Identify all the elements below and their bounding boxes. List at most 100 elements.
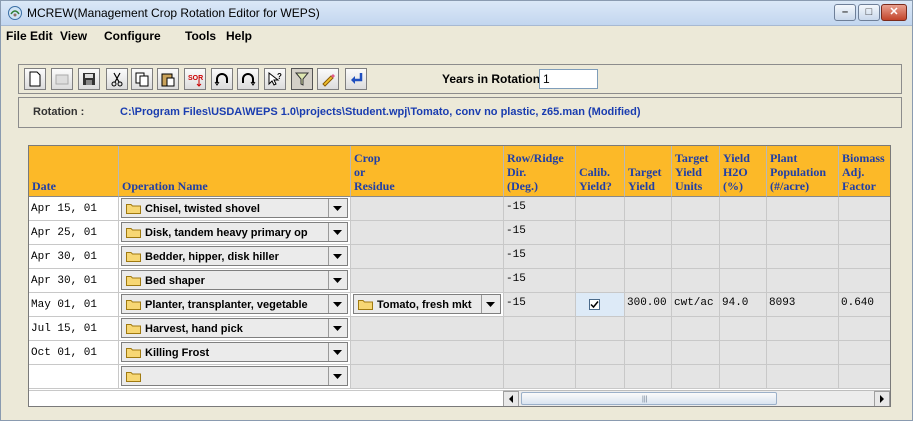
yield-units-cell[interactable] bbox=[672, 365, 720, 389]
yield-h2o-cell[interactable] bbox=[720, 221, 767, 245]
minimize-button[interactable]: – bbox=[834, 4, 856, 21]
yield-h2o-cell[interactable] bbox=[720, 197, 767, 221]
calib-yield-cell[interactable] bbox=[576, 365, 625, 389]
biomass-factor-cell[interactable] bbox=[839, 197, 890, 221]
yield-units-cell[interactable] bbox=[672, 245, 720, 269]
column-header-population[interactable]: Plant Population (#/acre) bbox=[767, 146, 839, 197]
undo-button[interactable] bbox=[211, 68, 233, 90]
date-cell[interactable] bbox=[29, 365, 119, 389]
operation-dropdown[interactable]: Bedder, hipper, disk hiller bbox=[121, 246, 348, 266]
plant-population-cell[interactable] bbox=[767, 197, 839, 221]
operation-dropdown[interactable]: Bed shaper bbox=[121, 270, 348, 290]
date-cell[interactable]: Apr 30, 01 bbox=[29, 269, 119, 293]
crop-cell[interactable] bbox=[351, 317, 504, 341]
biomass-factor-cell[interactable] bbox=[839, 341, 890, 365]
yield-units-cell[interactable] bbox=[672, 269, 720, 293]
column-header-date[interactable]: Date bbox=[29, 146, 119, 197]
copy-button[interactable] bbox=[131, 68, 153, 90]
save-button[interactable] bbox=[78, 68, 100, 90]
date-cell[interactable]: Oct 01, 01 bbox=[29, 341, 119, 365]
close-button[interactable]: ✕ bbox=[881, 4, 907, 21]
crop-cell[interactable] bbox=[351, 365, 504, 389]
operation-dropdown[interactable]: Chisel, twisted shovel bbox=[121, 198, 348, 218]
biomass-factor-cell[interactable] bbox=[839, 269, 890, 293]
ridge-direction-cell[interactable]: -15 bbox=[504, 245, 576, 269]
target-yield-cell[interactable] bbox=[625, 269, 672, 293]
menu-edit[interactable]: Edit bbox=[30, 29, 53, 43]
plant-population-cell[interactable] bbox=[767, 317, 839, 341]
plant-population-cell[interactable] bbox=[767, 365, 839, 389]
yield-h2o-cell[interactable] bbox=[720, 269, 767, 293]
date-cell[interactable]: Apr 30, 01 bbox=[29, 245, 119, 269]
menu-configure[interactable]: Configure bbox=[104, 29, 161, 43]
open-button[interactable] bbox=[51, 68, 73, 90]
yield-units-cell[interactable] bbox=[672, 197, 720, 221]
crop-cell[interactable] bbox=[351, 245, 504, 269]
help-cursor-button[interactable]: ? bbox=[264, 68, 286, 90]
plant-population-cell[interactable]: 8093 bbox=[767, 293, 839, 317]
biomass-factor-cell[interactable] bbox=[839, 221, 890, 245]
yield-units-cell[interactable] bbox=[672, 221, 720, 245]
yield-h2o-cell[interactable] bbox=[720, 245, 767, 269]
target-yield-cell[interactable] bbox=[625, 341, 672, 365]
cut-button[interactable] bbox=[106, 68, 128, 90]
dropdown-arrow-button[interactable] bbox=[328, 295, 347, 313]
scroll-right-button[interactable] bbox=[874, 391, 890, 406]
column-header-units[interactable]: Target Yield Units bbox=[672, 146, 720, 197]
column-header-ridge[interactable]: Row/Ridge Dir. (Deg.) bbox=[504, 146, 576, 197]
biomass-factor-cell[interactable] bbox=[839, 365, 890, 389]
operation-dropdown[interactable]: Harvest, hand pick bbox=[121, 318, 348, 338]
target-yield-cell[interactable] bbox=[625, 365, 672, 389]
dropdown-arrow-button[interactable] bbox=[328, 247, 347, 265]
ridge-direction-cell[interactable]: -15 bbox=[504, 269, 576, 293]
calib-yield-cell[interactable] bbox=[576, 341, 625, 365]
ridge-direction-cell[interactable] bbox=[504, 317, 576, 341]
menu-tools[interactable]: Tools bbox=[185, 29, 216, 43]
dropdown-arrow-button[interactable] bbox=[328, 367, 347, 385]
ridge-direction-cell[interactable]: -15 bbox=[504, 197, 576, 221]
filter-button[interactable] bbox=[291, 68, 313, 90]
crop-cell[interactable] bbox=[351, 221, 504, 245]
yield-units-cell[interactable]: cwt/ac bbox=[672, 293, 720, 317]
plant-population-cell[interactable] bbox=[767, 341, 839, 365]
title-bar[interactable]: MCREW(Management Crop Rotation Editor fo… bbox=[1, 1, 912, 26]
scroll-left-button[interactable] bbox=[503, 391, 519, 406]
target-yield-cell[interactable] bbox=[625, 221, 672, 245]
crop-dropdown[interactable]: Tomato, fresh mkt bbox=[353, 294, 501, 314]
sort-button[interactable]: SOR bbox=[184, 68, 206, 90]
column-header-calib[interactable]: Calib. Yield? bbox=[576, 146, 625, 197]
operation-dropdown[interactable]: Disk, tandem heavy primary op bbox=[121, 222, 348, 242]
maximize-button[interactable]: □ bbox=[858, 4, 880, 21]
calib-yield-cell[interactable] bbox=[576, 197, 625, 221]
column-header-target[interactable]: Target Yield bbox=[625, 146, 672, 197]
calib-yield-cell[interactable] bbox=[576, 221, 625, 245]
paste-button[interactable] bbox=[157, 68, 179, 90]
plant-population-cell[interactable] bbox=[767, 269, 839, 293]
dropdown-arrow-button[interactable] bbox=[328, 319, 347, 337]
yield-h2o-cell[interactable] bbox=[720, 341, 767, 365]
target-yield-cell[interactable] bbox=[625, 245, 672, 269]
crop-cell[interactable] bbox=[351, 197, 504, 221]
column-header-crop[interactable]: Crop or Residue bbox=[351, 146, 504, 197]
ridge-direction-cell[interactable] bbox=[504, 341, 576, 365]
calib-yield-checkbox[interactable] bbox=[589, 299, 600, 310]
ridge-direction-cell[interactable]: -15 bbox=[504, 293, 576, 317]
crop-cell[interactable] bbox=[351, 341, 504, 365]
calib-yield-cell[interactable] bbox=[576, 269, 625, 293]
horizontal-scrollbar[interactable]: ||| bbox=[503, 390, 890, 406]
target-yield-cell[interactable]: 300.00 bbox=[625, 293, 672, 317]
operation-dropdown[interactable]: Killing Frost bbox=[121, 342, 348, 362]
column-header-h2o[interactable]: Yield H2O (%) bbox=[720, 146, 767, 197]
date-cell[interactable]: Apr 25, 01 bbox=[29, 221, 119, 245]
return-button[interactable] bbox=[345, 68, 367, 90]
operation-dropdown[interactable]: Planter, transplanter, vegetable bbox=[121, 294, 348, 314]
column-header-biomass[interactable]: Biomass Adj. Factor bbox=[839, 146, 890, 197]
yield-h2o-cell[interactable]: 94.0 bbox=[720, 293, 767, 317]
redo-button[interactable] bbox=[237, 68, 259, 90]
dropdown-arrow-button[interactable] bbox=[328, 223, 347, 241]
edit-pencil-button[interactable] bbox=[317, 68, 339, 90]
target-yield-cell[interactable] bbox=[625, 317, 672, 341]
calib-yield-cell[interactable] bbox=[576, 317, 625, 341]
biomass-factor-cell[interactable]: 0.640 bbox=[839, 293, 890, 317]
calib-yield-cell[interactable] bbox=[576, 245, 625, 269]
